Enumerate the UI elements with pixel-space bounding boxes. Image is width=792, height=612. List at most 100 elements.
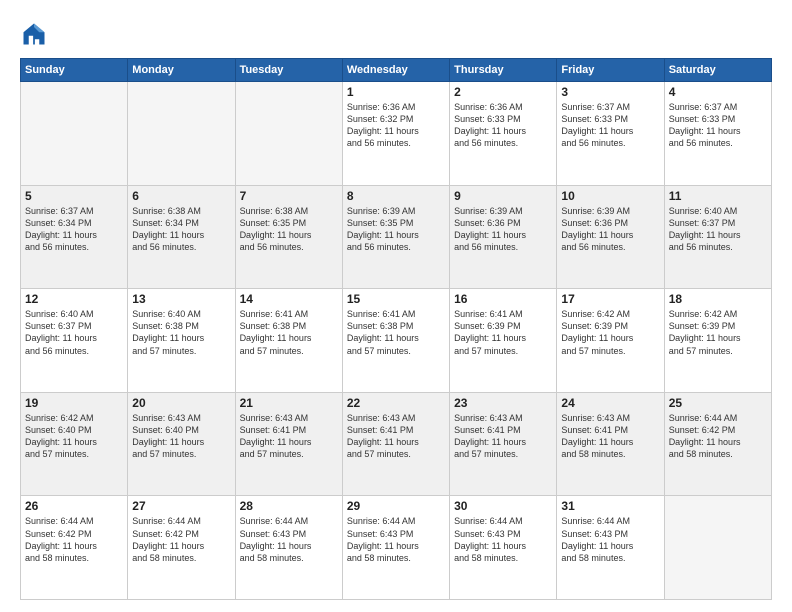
cell-info: Sunrise: 6:44 AM Sunset: 6:43 PM Dayligh…: [347, 515, 445, 564]
day-number: 22: [347, 396, 445, 410]
calendar-cell: 10Sunrise: 6:39 AM Sunset: 6:36 PM Dayli…: [557, 185, 664, 289]
cell-info: Sunrise: 6:41 AM Sunset: 6:39 PM Dayligh…: [454, 308, 552, 357]
calendar-cell: [128, 82, 235, 186]
calendar-cell: 25 Sunrise: 6:44 AM Sunset: 6:42 PM Dayli…: [664, 392, 771, 496]
calendar-cell: 23 Sunrise: 6:43 AM Sunset: 6:41 PM Dayli…: [450, 392, 557, 496]
header: [20, 16, 772, 48]
weekday-header-wednesday: Wednesday: [342, 59, 449, 82]
calendar-cell: 21 Sunrise: 6:43 AM Sunset: 6:41 PM Dayli…: [235, 392, 342, 496]
calendar-cell: 8 Sunrise: 6:39 AM Sunset: 6:35 PM Daylig…: [342, 185, 449, 289]
day-number: 26: [25, 499, 123, 513]
calendar-cell: 15 Sunrise: 6:41 AM Sunset: 6:38 PM Dayli…: [342, 289, 449, 393]
cell-info: Sunrise: 6:40 AM Sunset: 6:38 PM Dayligh…: [132, 308, 230, 357]
cell-info: Sunrise: 6:41 AM Sunset: 6:38 PM Dayligh…: [347, 308, 445, 357]
calendar-cell: 5 Sunrise: 6:37 AM Sunset: 6:34 PM Daylig…: [21, 185, 128, 289]
calendar-cell: [235, 82, 342, 186]
week-row-1: 1 Sunrise: 6:36 AM Sunset: 6:32 PM Daylig…: [21, 82, 772, 186]
day-number: 29: [347, 499, 445, 513]
day-number: 6: [132, 189, 230, 203]
day-number: 30: [454, 499, 552, 513]
day-number: 23: [454, 396, 552, 410]
cell-info: Sunrise: 6:44 AM Sunset: 6:42 PM Dayligh…: [25, 515, 123, 564]
day-number: 14: [240, 292, 338, 306]
cell-info: Sunrise: 6:43 AM Sunset: 6:41 PM Dayligh…: [454, 412, 552, 461]
day-number: 7: [240, 189, 338, 203]
day-number: 1: [347, 85, 445, 99]
weekday-header-saturday: Saturday: [664, 59, 771, 82]
cell-info: Sunrise: 6:43 AM Sunset: 6:41 PM Dayligh…: [240, 412, 338, 461]
cell-info: Sunrise: 6:37 AM Sunset: 6:33 PM Dayligh…: [669, 101, 767, 150]
cell-info: Sunrise: 6:44 AM Sunset: 6:42 PM Dayligh…: [669, 412, 767, 461]
day-number: 19: [25, 396, 123, 410]
calendar-cell: 17 Sunrise: 6:42 AM Sunset: 6:39 PM Dayli…: [557, 289, 664, 393]
calendar-cell: 19 Sunrise: 6:42 AM Sunset: 6:40 PM Dayli…: [21, 392, 128, 496]
cell-info: Sunrise: 6:36 AM Sunset: 6:32 PM Dayligh…: [347, 101, 445, 150]
calendar-cell: 20Sunrise: 6:43 AM Sunset: 6:40 PM Dayli…: [128, 392, 235, 496]
cell-info: Sunrise: 6:44 AM Sunset: 6:43 PM Dayligh…: [561, 515, 659, 564]
cell-info: Sunrise: 6:40 AM Sunset: 6:37 PM Dayligh…: [25, 308, 123, 357]
calendar-cell: 26 Sunrise: 6:44 AM Sunset: 6:42 PM Dayli…: [21, 496, 128, 600]
cell-info: Sunrise: 6:39 AM Sunset: 6:36 PM Dayligh…: [454, 205, 552, 254]
day-number: 15: [347, 292, 445, 306]
calendar-cell: 1 Sunrise: 6:36 AM Sunset: 6:32 PM Daylig…: [342, 82, 449, 186]
cell-info: Sunrise: 6:40 AM Sunset: 6:37 PM Dayligh…: [669, 205, 767, 254]
calendar: SundayMondayTuesdayWednesdayThursdayFrid…: [20, 58, 772, 600]
logo-icon: [20, 20, 48, 48]
day-number: 31: [561, 499, 659, 513]
day-number: 4: [669, 85, 767, 99]
calendar-cell: 12 Sunrise: 6:40 AM Sunset: 6:37 PM Dayli…: [21, 289, 128, 393]
day-number: 20: [132, 396, 230, 410]
day-number: 21: [240, 396, 338, 410]
cell-info: Sunrise: 6:44 AM Sunset: 6:43 PM Dayligh…: [240, 515, 338, 564]
cell-info: Sunrise: 6:42 AM Sunset: 6:39 PM Dayligh…: [669, 308, 767, 357]
page: SundayMondayTuesdayWednesdayThursdayFrid…: [0, 0, 792, 612]
weekday-header-monday: Monday: [128, 59, 235, 82]
week-row-2: 5 Sunrise: 6:37 AM Sunset: 6:34 PM Daylig…: [21, 185, 772, 289]
weekday-header-sunday: Sunday: [21, 59, 128, 82]
cell-info: Sunrise: 6:38 AM Sunset: 6:35 PM Dayligh…: [240, 205, 338, 254]
cell-info: Sunrise: 6:42 AM Sunset: 6:40 PM Dayligh…: [25, 412, 123, 461]
cell-info: Sunrise: 6:43 AM Sunset: 6:41 PM Dayligh…: [347, 412, 445, 461]
calendar-cell: [664, 496, 771, 600]
logo: [20, 20, 50, 48]
calendar-cell: 27Sunrise: 6:44 AM Sunset: 6:42 PM Dayli…: [128, 496, 235, 600]
calendar-cell: 4 Sunrise: 6:37 AM Sunset: 6:33 PM Daylig…: [664, 82, 771, 186]
day-number: 8: [347, 189, 445, 203]
calendar-cell: 6 Sunrise: 6:38 AM Sunset: 6:34 PM Daylig…: [128, 185, 235, 289]
calendar-cell: 9Sunrise: 6:39 AM Sunset: 6:36 PM Daylig…: [450, 185, 557, 289]
calendar-cell: 24Sunrise: 6:43 AM Sunset: 6:41 PM Dayli…: [557, 392, 664, 496]
calendar-cell: 18 Sunrise: 6:42 AM Sunset: 6:39 PM Dayli…: [664, 289, 771, 393]
day-number: 18: [669, 292, 767, 306]
calendar-cell: 13 Sunrise: 6:40 AM Sunset: 6:38 PM Dayli…: [128, 289, 235, 393]
cell-info: Sunrise: 6:42 AM Sunset: 6:39 PM Dayligh…: [561, 308, 659, 357]
cell-info: Sunrise: 6:36 AM Sunset: 6:33 PM Dayligh…: [454, 101, 552, 150]
calendar-cell: 16 Sunrise: 6:41 AM Sunset: 6:39 PM Dayli…: [450, 289, 557, 393]
day-number: 12: [25, 292, 123, 306]
day-number: 16: [454, 292, 552, 306]
weekday-header-tuesday: Tuesday: [235, 59, 342, 82]
cell-info: Sunrise: 6:38 AM Sunset: 6:34 PM Dayligh…: [132, 205, 230, 254]
day-number: 25: [669, 396, 767, 410]
cell-info: Sunrise: 6:44 AM Sunset: 6:43 PM Dayligh…: [454, 515, 552, 564]
calendar-cell: 3 Sunrise: 6:37 AM Sunset: 6:33 PM Daylig…: [557, 82, 664, 186]
cell-info: Sunrise: 6:37 AM Sunset: 6:34 PM Dayligh…: [25, 205, 123, 254]
weekday-header-thursday: Thursday: [450, 59, 557, 82]
calendar-cell: 2Sunrise: 6:36 AM Sunset: 6:33 PM Daylig…: [450, 82, 557, 186]
day-number: 17: [561, 292, 659, 306]
week-row-5: 26 Sunrise: 6:44 AM Sunset: 6:42 PM Dayli…: [21, 496, 772, 600]
day-number: 5: [25, 189, 123, 203]
cell-info: Sunrise: 6:39 AM Sunset: 6:35 PM Dayligh…: [347, 205, 445, 254]
calendar-cell: [21, 82, 128, 186]
day-number: 13: [132, 292, 230, 306]
day-number: 3: [561, 85, 659, 99]
cell-info: Sunrise: 6:37 AM Sunset: 6:33 PM Dayligh…: [561, 101, 659, 150]
weekday-header-row: SundayMondayTuesdayWednesdayThursdayFrid…: [21, 59, 772, 82]
day-number: 28: [240, 499, 338, 513]
day-number: 10: [561, 189, 659, 203]
calendar-cell: 28 Sunrise: 6:44 AM Sunset: 6:43 PM Dayli…: [235, 496, 342, 600]
calendar-cell: 30 Sunrise: 6:44 AM Sunset: 6:43 PM Dayli…: [450, 496, 557, 600]
weekday-header-friday: Friday: [557, 59, 664, 82]
calendar-cell: 11Sunrise: 6:40 AM Sunset: 6:37 PM Dayli…: [664, 185, 771, 289]
day-number: 27: [132, 499, 230, 513]
calendar-cell: 31 Sunrise: 6:44 AM Sunset: 6:43 PM Dayli…: [557, 496, 664, 600]
